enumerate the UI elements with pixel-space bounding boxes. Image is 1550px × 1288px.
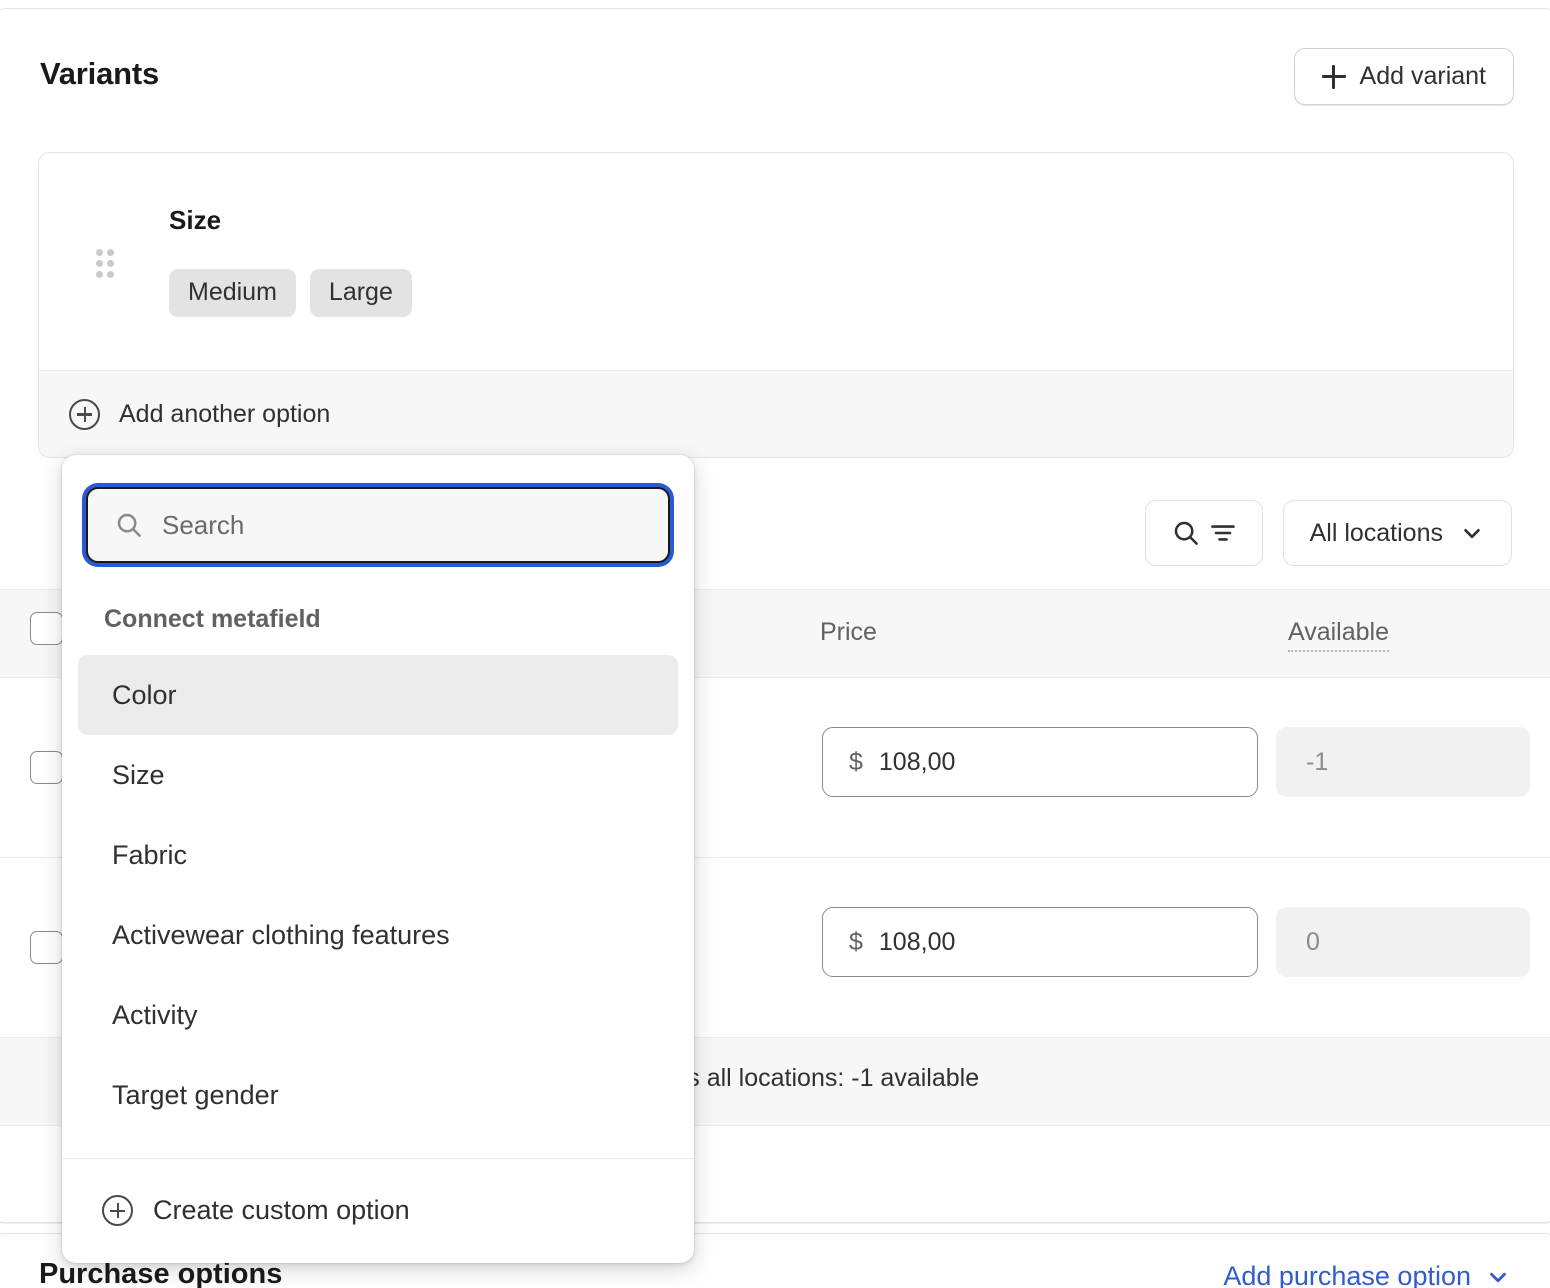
price-input[interactable]: $ 108,00 (822, 727, 1258, 797)
add-variant-button[interactable]: Add variant (1293, 48, 1514, 105)
select-all-checkbox-cell (30, 612, 63, 645)
price-value: 108,00 (878, 927, 956, 956)
metafield-option-list: Color Size Fabric Activewear clothing fe… (62, 655, 694, 1135)
list-item-label: Fabric (112, 839, 188, 870)
column-header-available: Available (1288, 618, 1390, 652)
toolbar-actions: All locations (1144, 500, 1512, 566)
add-purchase-option-button[interactable]: Add purchase option (1223, 1261, 1511, 1288)
add-variant-label: Add variant (1359, 62, 1486, 90)
add-another-option-button[interactable]: Add another option (39, 371, 1513, 457)
all-locations-dropdown[interactable]: All locations (1282, 500, 1512, 566)
list-item-label: Size (112, 759, 165, 790)
variants-header: Variants Add variant (40, 48, 1514, 105)
list-item[interactable]: Activewear clothing features (78, 895, 678, 975)
add-purchase-option-label: Add purchase option (1223, 1261, 1471, 1288)
search-icon (1174, 521, 1198, 545)
search-icon (117, 513, 141, 537)
row-checkbox-cell (30, 751, 63, 784)
popover-search-field[interactable]: Search (86, 487, 670, 563)
select-all-checkbox[interactable] (30, 612, 63, 645)
popover-section-label: Connect metafield (104, 605, 321, 633)
all-locations-label: All locations (1309, 518, 1443, 547)
variants-screen: Variants Add variant Size Medium Large A… (0, 0, 1550, 1288)
search-and-filter-button[interactable] (1144, 500, 1263, 566)
option-row-size[interactable]: Size Medium Large (39, 153, 1513, 371)
price-input[interactable]: $ 108,00 (822, 907, 1258, 977)
product-options-card: Size Medium Large Add another option (38, 152, 1514, 458)
search-placeholder: Search (162, 509, 245, 540)
column-header-price: Price (820, 618, 877, 646)
page-title: Variants (40, 56, 160, 91)
option-name: Size (169, 205, 222, 235)
connect-metafield-popover: Search Connect metafield Color Size Fabr… (62, 455, 694, 1263)
filter-icon (1210, 525, 1235, 541)
drag-handle-icon[interactable] (96, 249, 118, 281)
available-input: -1 (1276, 727, 1530, 797)
create-custom-option-button[interactable]: Create custom option (62, 1158, 694, 1263)
list-item-label: Target gender (112, 1079, 279, 1110)
plus-icon (1321, 64, 1346, 89)
list-item-label: Activewear clothing features (112, 919, 450, 950)
option-value-pill[interactable]: Large (309, 269, 412, 317)
list-item-label: Activity (112, 999, 198, 1030)
option-values: Medium Large (169, 269, 412, 317)
currency-symbol: $ (849, 747, 863, 776)
row-select-checkbox[interactable] (30, 931, 63, 964)
available-value: -1 (1306, 747, 1329, 776)
currency-symbol: $ (849, 927, 863, 956)
available-input: 0 (1276, 907, 1530, 977)
list-item[interactable]: Color (78, 655, 678, 735)
price-value: 108,00 (878, 747, 956, 776)
list-item[interactable]: Target gender (78, 1055, 678, 1135)
list-item-label: Color (112, 679, 177, 710)
option-value-pill[interactable]: Medium (169, 269, 296, 317)
row-select-checkbox[interactable] (30, 751, 63, 784)
available-value: 0 (1306, 927, 1320, 956)
add-another-option-label: Add another option (119, 399, 331, 428)
chevron-down-icon (1490, 1272, 1506, 1282)
list-item[interactable]: Activity (78, 975, 678, 1055)
create-custom-option-label: Create custom option (153, 1195, 410, 1225)
circle-plus-icon (102, 1195, 133, 1226)
row-checkbox-cell (30, 931, 63, 964)
list-item[interactable]: Size (78, 735, 678, 815)
circle-plus-icon (69, 398, 100, 430)
chevron-down-icon (1464, 528, 1480, 539)
list-item[interactable]: Fabric (78, 815, 678, 895)
